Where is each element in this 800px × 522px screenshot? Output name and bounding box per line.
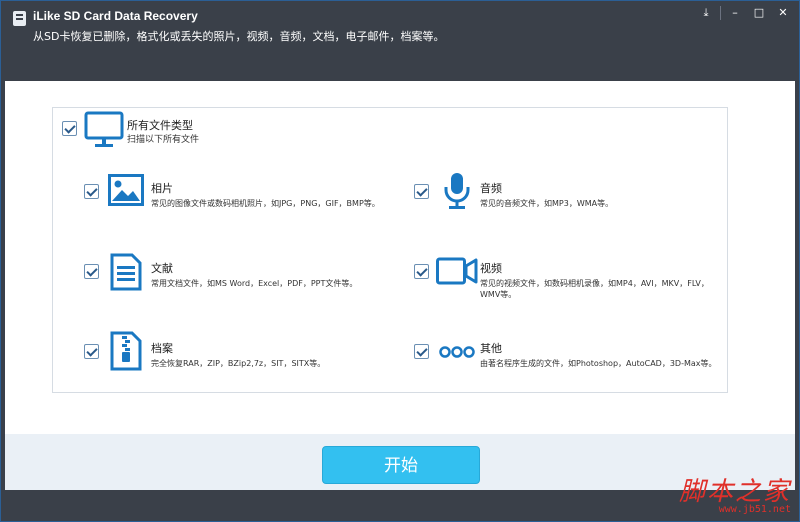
photo-title: 相片 (151, 182, 173, 195)
window-subtitle: 从SD卡恢复已删除，格式化或丢失的照片，视频，音频，文档，电子邮件，档案等。 (33, 30, 445, 43)
document-checkbox[interactable] (84, 264, 99, 279)
footer: 开始 (5, 434, 795, 490)
start-button[interactable]: 开始 (322, 446, 480, 484)
photo-desc: 常见的图像文件或数码相机照片，如JPG，PNG，GIF，BMP等。 (151, 199, 380, 208)
window-controls: ⤓ – □ ✕ (696, 5, 793, 21)
other-desc: 由著名程序生成的文件，如Photoshop，AutoCAD，3D-Max等。 (480, 359, 717, 368)
video-desc: 常见的视频文件，如数码相机录像，如MP4，AVI，MKV，FLV，WMV等。 (480, 279, 709, 299)
maximize-button[interactable]: □ (749, 5, 769, 21)
file-type-panel: 所有文件类型 扫描以下所有文件 相片 常见的图像文件或数码相机照片，如JPG，P… (52, 107, 728, 393)
archive-checkbox[interactable] (84, 344, 99, 359)
title-bar[interactable]: iLike SD Card Data Recovery 从SD卡恢复已删除，格式… (1, 1, 799, 81)
document-desc: 常用文档文件，如MS Word，Excel，PDF，PPT文件等。 (151, 279, 358, 288)
other-checkbox[interactable] (414, 344, 429, 359)
all-types-title: 所有文件类型 (127, 119, 193, 132)
document-icon (110, 253, 142, 291)
download-icon[interactable]: ⤓ (696, 5, 716, 21)
zip-archive-icon (110, 331, 142, 371)
video-title: 视频 (480, 262, 502, 275)
all-types-desc: 扫描以下所有文件 (127, 135, 200, 145)
monitor-icon (84, 111, 124, 149)
other-title: 其他 (480, 342, 502, 355)
watermark: 脚本之家 www.jb51.net (679, 471, 791, 515)
microphone-icon (443, 172, 471, 210)
main-content: 所有文件类型 扫描以下所有文件 相片 常见的图像文件或数码相机照片，如JPG，P… (5, 81, 795, 434)
audio-desc: 常见的音频文件，如MP3，WMA等。 (480, 199, 614, 208)
archive-desc: 完全恢复RAR，ZIP，BZip2,7z，SIT，SITX等。 (151, 359, 326, 368)
close-button[interactable]: ✕ (773, 5, 793, 21)
archive-title: 档案 (151, 342, 173, 355)
audio-title: 音频 (480, 182, 502, 195)
window-title: iLike SD Card Data Recovery (33, 9, 198, 23)
app-window: iLike SD Card Data Recovery 从SD卡恢复已删除，格式… (0, 0, 800, 522)
photo-checkbox[interactable] (84, 184, 99, 199)
minimize-button[interactable]: – (725, 5, 745, 21)
watermark-main: 脚本之家 (678, 477, 791, 507)
video-checkbox[interactable] (414, 264, 429, 279)
controls-divider (720, 6, 721, 20)
all-types-checkbox[interactable] (62, 121, 77, 136)
audio-checkbox[interactable] (414, 184, 429, 199)
more-dots-icon (439, 345, 475, 359)
video-camera-icon (436, 256, 478, 286)
document-title: 文献 (151, 262, 173, 275)
image-icon (108, 174, 144, 206)
app-icon (13, 11, 26, 26)
